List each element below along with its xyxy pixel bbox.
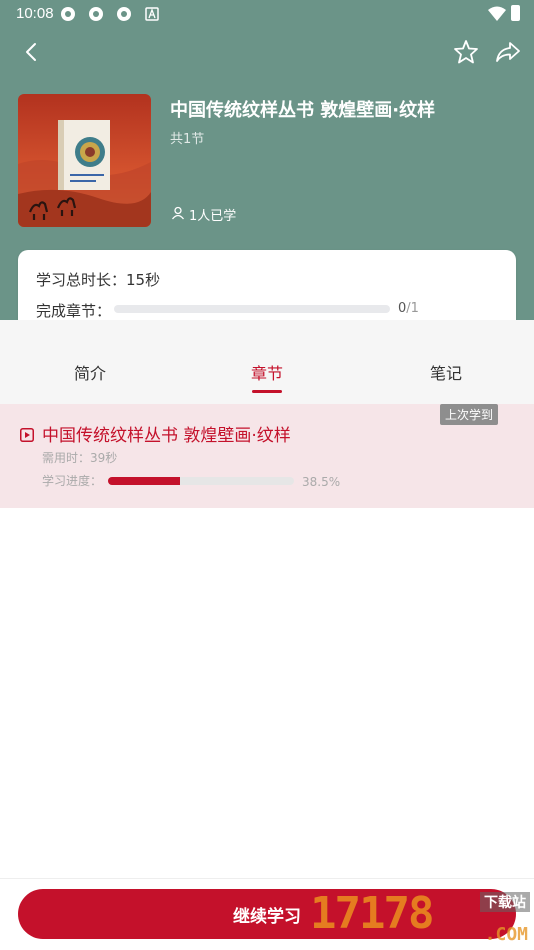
- chapter-progress-bar: [108, 477, 294, 485]
- completed-total: /1: [406, 301, 419, 316]
- tab-bar: 简介 章节 笔记: [0, 320, 534, 404]
- course-section-count: 共1节: [170, 132, 205, 147]
- chapter-progress-percent: 38.5%: [302, 475, 341, 489]
- chapter-progress-label: 学习进度：: [42, 474, 103, 488]
- course-cover-image: [18, 94, 151, 227]
- chapter-title: 中国传统纹样丛书 敦煌壁画·纹样: [42, 426, 291, 446]
- last-studied-badge: 上次学到: [439, 404, 498, 425]
- bottom-action-bar: 继续学习: [0, 878, 534, 950]
- chapter-progress-fill: [108, 477, 180, 485]
- tab-chapters[interactable]: 章节: [251, 360, 284, 393]
- notification-icon: [60, 6, 76, 22]
- font-indicator-icon: [144, 6, 160, 22]
- tab-notes-label: 笔记: [430, 364, 463, 383]
- share-icon[interactable]: [494, 38, 522, 66]
- learner-count: 1人已学: [171, 205, 236, 224]
- continue-learning-button[interactable]: 继续学习: [18, 889, 516, 939]
- chapter-list-item[interactable]: 上次学到 中国传统纹样丛书 敦煌壁画·纹样 需用时：39秒 学习进度： 38.5…: [0, 404, 534, 508]
- completed-chapters-label: 完成章节：: [36, 302, 112, 320]
- tab-intro[interactable]: 简介: [74, 360, 106, 384]
- wifi-icon: [488, 6, 506, 26]
- battery-icon: [511, 5, 520, 21]
- status-bar: 10:08: [0, 0, 534, 28]
- tab-chapters-label: 章节: [251, 364, 284, 383]
- completed-chapters-count: 0/1: [398, 301, 419, 316]
- video-play-icon: [20, 427, 34, 442]
- active-tab-indicator: [252, 390, 282, 393]
- course-title: 中国传统纹样丛书 敦煌壁画·纹样: [170, 100, 436, 121]
- learner-count-text: 1人已学: [189, 209, 237, 224]
- favorite-star-icon[interactable]: [452, 38, 480, 66]
- notification-icon: [88, 6, 104, 22]
- notification-icon: [116, 6, 132, 22]
- chapter-duration: 需用时：39秒: [42, 451, 118, 465]
- completed-chapters-progress: [114, 305, 390, 313]
- tab-notes[interactable]: 笔记: [430, 360, 462, 384]
- status-time: 10:08: [16, 5, 54, 22]
- top-nav: [0, 34, 534, 70]
- back-icon[interactable]: [18, 38, 46, 66]
- tab-intro-label: 简介: [74, 364, 107, 383]
- user-icon: [171, 206, 185, 224]
- total-study-time: 学习总时长：15秒: [36, 271, 161, 289]
